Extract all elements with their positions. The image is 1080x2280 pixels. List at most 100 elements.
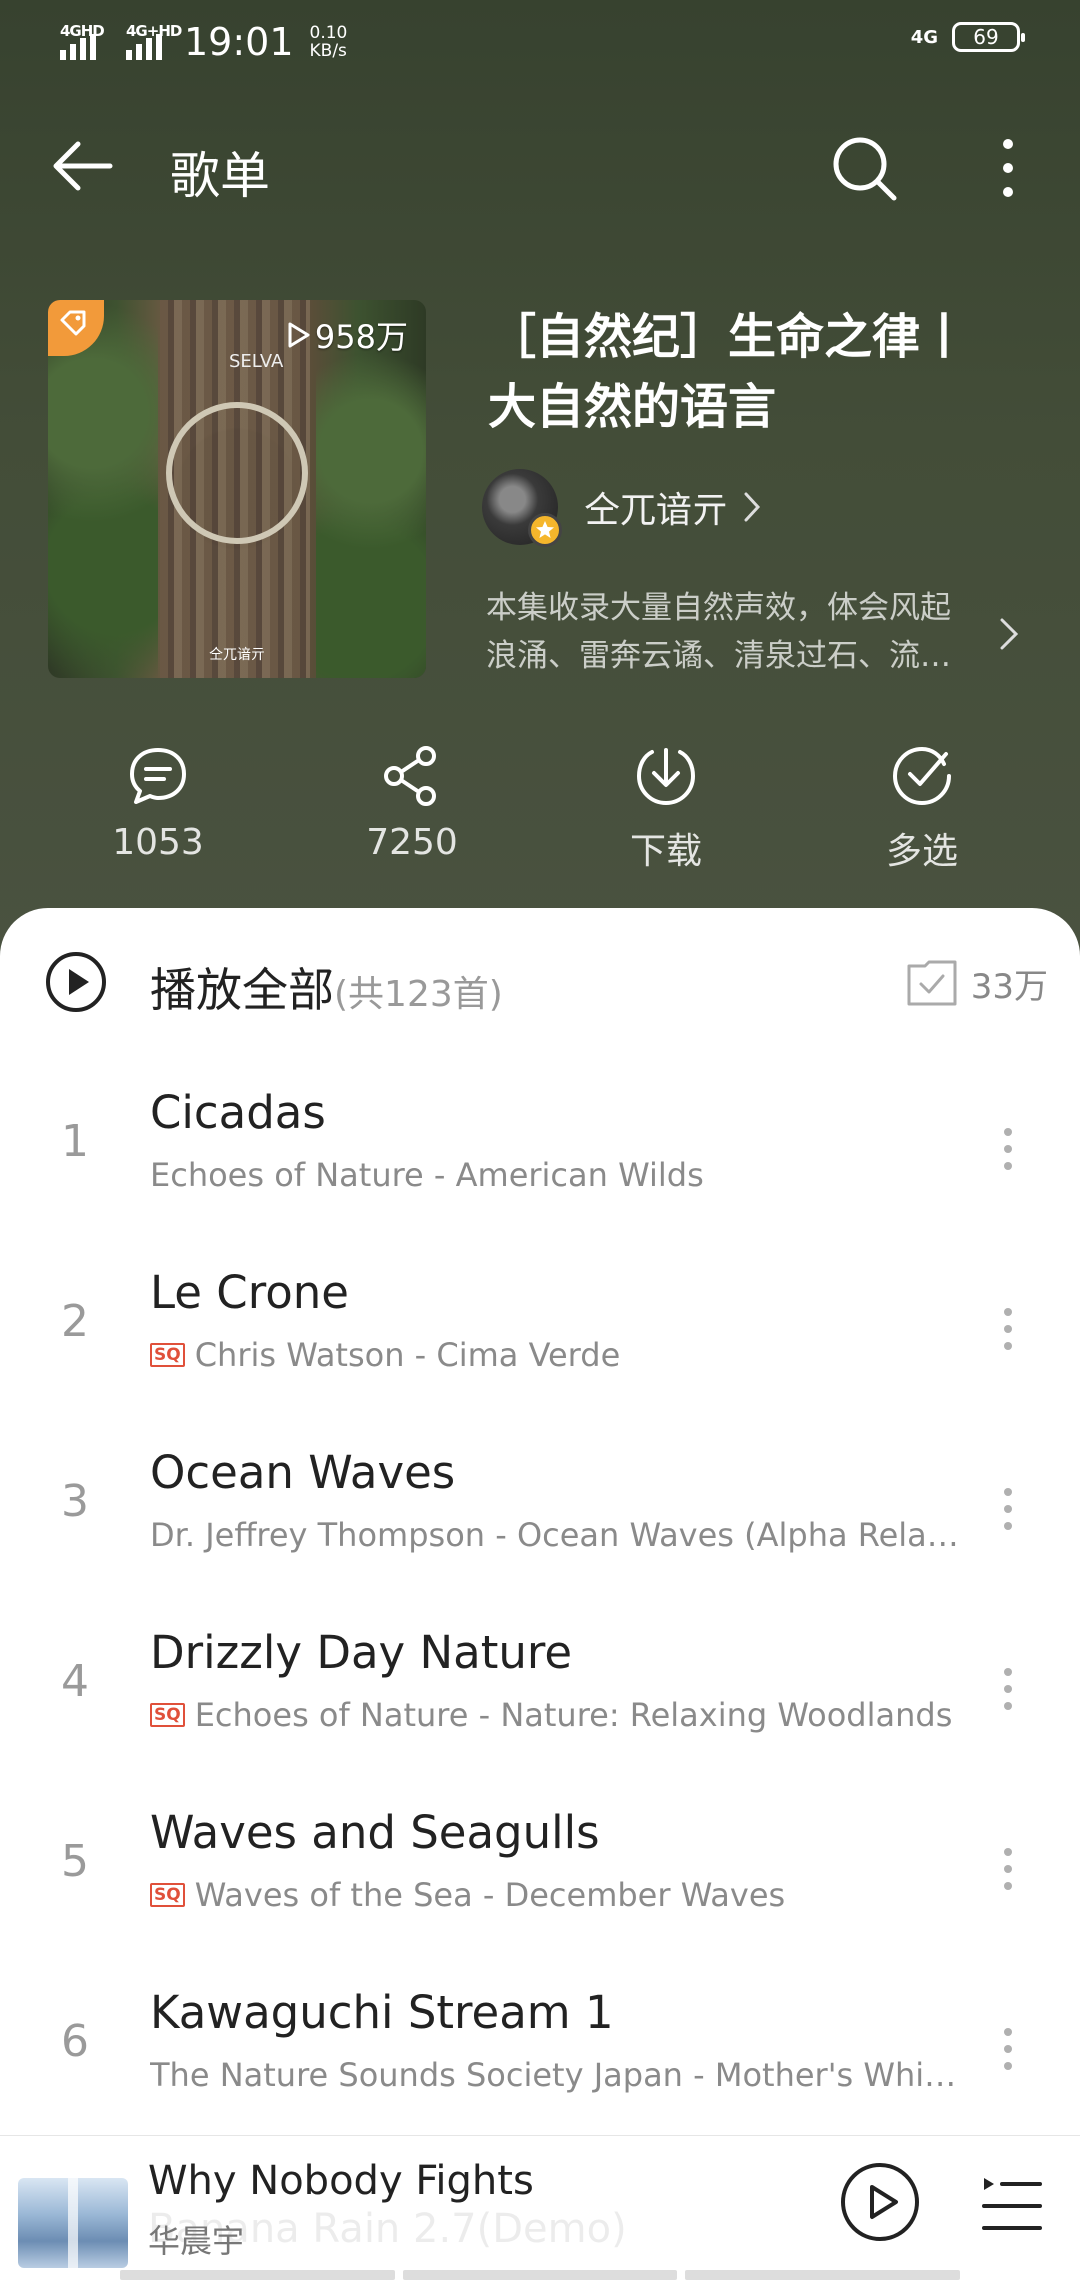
play-all-label: 播放全部(共123首) [150,954,503,1020]
status-bar: 4GHD 4G+HD 19:01 0.10 KB/s 4G 69 [0,0,1080,84]
song-list-panel: 播放全部(共123首) 33万 1 Cicadas Echoes of Natu… [0,908,1080,2138]
signal-2-label: 4G+HD [126,22,182,40]
song-subtitle: SQ Chris Watson - Cima Verde [150,1336,966,1374]
star-badge-icon [528,513,562,547]
song-index: 6 [61,2016,89,2067]
description-line-2: 浪涌、雷奔云谲、清泉过石、流… [486,638,951,674]
share-icon [384,746,436,806]
song-artist-album: Chris Watson - Cima Verde [194,1336,621,1374]
song-title: Drizzly Day Nature [150,1626,573,1679]
search-button[interactable] [826,130,902,206]
song-artist-album: Echoes of Nature - American Wilds [150,1156,704,1194]
chevron-right-icon[interactable] [998,616,1020,652]
battery-icon: 69 [952,22,1025,52]
cover-foliage [48,300,158,678]
search-icon [833,137,897,201]
song-subtitle: SQ Echoes of Nature - Nature: Relaxing Wo… [150,1696,966,1734]
collect-count: 33万 [970,966,1048,1007]
song-row[interactable]: 6 Kawaguchi Stream 1 The Nature Sounds S… [0,1958,1080,2138]
more-options-button[interactable] [980,130,1036,206]
sq-badge-icon: SQ [150,1883,185,1907]
song-index: 5 [61,1836,89,1887]
share-count: 7250 [366,822,458,863]
share-button[interactable]: 7250 [332,740,492,863]
song-row[interactable]: 5 Waves and Seagulls SQ Waves of the Sea … [0,1778,1080,1958]
song-artist-album: Waves of the Sea - December Waves [194,1876,786,1914]
song-title: Ocean Waves [150,1446,456,1499]
song-subtitle: The Nature Sounds Society Japan - Mother… [150,2056,966,2094]
play-count: 958万 [287,312,408,358]
network-type: 4G [910,26,938,48]
play-circle-icon [841,2163,919,2241]
song-subtitle: Dr. Jeffrey Thompson - Ocean Waves (Alph… [150,1516,966,1554]
comments-button[interactable]: 1053 [78,740,238,863]
speed-value: 0.10 [309,23,348,43]
cover-ring [166,402,308,544]
playlist-title: ［自然纪］生命之律丨 大自然的语言 [488,302,1028,442]
status-time: 19:01 [184,20,294,64]
song-more-button[interactable] [988,1654,1028,1724]
battery-level: 69 [973,25,999,49]
song-more-button[interactable] [988,1834,1028,1904]
signal-1-label: 4GHD [60,22,105,40]
collect-button[interactable]: 33万 [905,958,1048,1008]
queue-list-icon [982,2178,1042,2230]
song-more-button[interactable] [988,2014,1028,2084]
song-index: 3 [61,1476,89,1527]
song-row[interactable]: 1 Cicadas Echoes of Nature - American Wi… [0,1058,1080,1238]
song-more-button[interactable] [988,1114,1028,1184]
multiselect-button[interactable]: 多选 [842,740,1002,874]
download-label: 下载 [629,831,702,872]
song-count: (共123首) [334,974,503,1015]
download-button[interactable]: 下载 [586,740,746,874]
page-title: 歌单 [170,147,270,205]
sq-badge-icon: SQ [150,1343,185,1367]
back-button[interactable] [48,130,120,202]
top-bar: 歌单 [0,110,1080,220]
song-title: Le Crone [150,1266,349,1319]
tag-icon [60,310,86,336]
sq-badge-icon: SQ [150,1703,185,1727]
playlist-description[interactable]: 本集收录大量自然声效，体会风起 浪涌、雷奔云谲、清泉过石、流… [486,584,986,680]
now-playing-artist: 华晨宇 [148,2222,245,2260]
bottom-indicator [120,2270,961,2280]
playlist-title-line-1: ［自然纪］生命之律丨 [488,309,969,365]
comment-icon [130,748,186,804]
song-row[interactable]: 4 Drizzly Day Nature SQ Echoes of Nature … [0,1598,1080,1778]
song-more-button[interactable] [988,1474,1028,1544]
song-row[interactable]: 2 Le Crone SQ Chris Watson - Cima Verde [0,1238,1080,1418]
song-subtitle: Echoes of Nature - American Wilds [150,1156,966,1194]
mini-player[interactable]: Banana Rain 2.7(Demo) Why Nobody Fights … [0,2135,1080,2280]
creator-link[interactable]: 仝兀谙亓 [482,468,762,547]
playlist-cover[interactable]: SELVA 仝兀谙亓 958万 [48,300,426,678]
speed-unit: KB/s [309,41,347,61]
song-artist-album: Dr. Jeffrey Thompson - Ocean Waves (Alph… [150,1516,966,1554]
play-pause-button[interactable] [838,2160,922,2244]
cover-letters: SELVA [229,340,283,384]
action-bar: 1053 7250 下载 多选 [0,740,1080,880]
play-triangle-icon [288,322,310,348]
playlist-queue-button[interactable] [982,2174,1042,2234]
song-index: 2 [61,1296,89,1347]
song-artist-album: Echoes of Nature - Nature: Relaxing Wood… [194,1696,953,1734]
song-index: 1 [61,1116,89,1167]
multiselect-label: 多选 [885,831,958,872]
song-title: Waves and Seagulls [150,1806,600,1859]
song-subtitle: SQ Waves of the Sea - December Waves [150,1876,966,1914]
song-row[interactable]: 3 Ocean Waves Dr. Jeffrey Thompson - Oce… [0,1418,1080,1598]
playlist-title-line-2: 大自然的语言 [488,379,777,435]
arrow-left-icon [53,141,113,191]
network-speed: 0.10 KB/s [310,24,348,60]
description-line-1: 本集收录大量自然声效，体会风起 [486,590,951,626]
play-circle-icon [46,952,106,1012]
comments-count: 1053 [112,822,204,863]
now-playing-artwork[interactable] [18,2178,128,2268]
avatar [482,469,562,547]
song-title: Kawaguchi Stream 1 [150,1986,614,2039]
play-count-value: 958万 [314,318,408,356]
song-artist-album: The Nature Sounds Society Japan - Mother… [150,2056,966,2094]
song-more-button[interactable] [988,1294,1028,1364]
play-all-row[interactable]: 播放全部(共123首) 33万 [0,908,1080,1058]
download-icon [636,748,696,806]
play-all-text: 播放全部 [150,963,334,1017]
